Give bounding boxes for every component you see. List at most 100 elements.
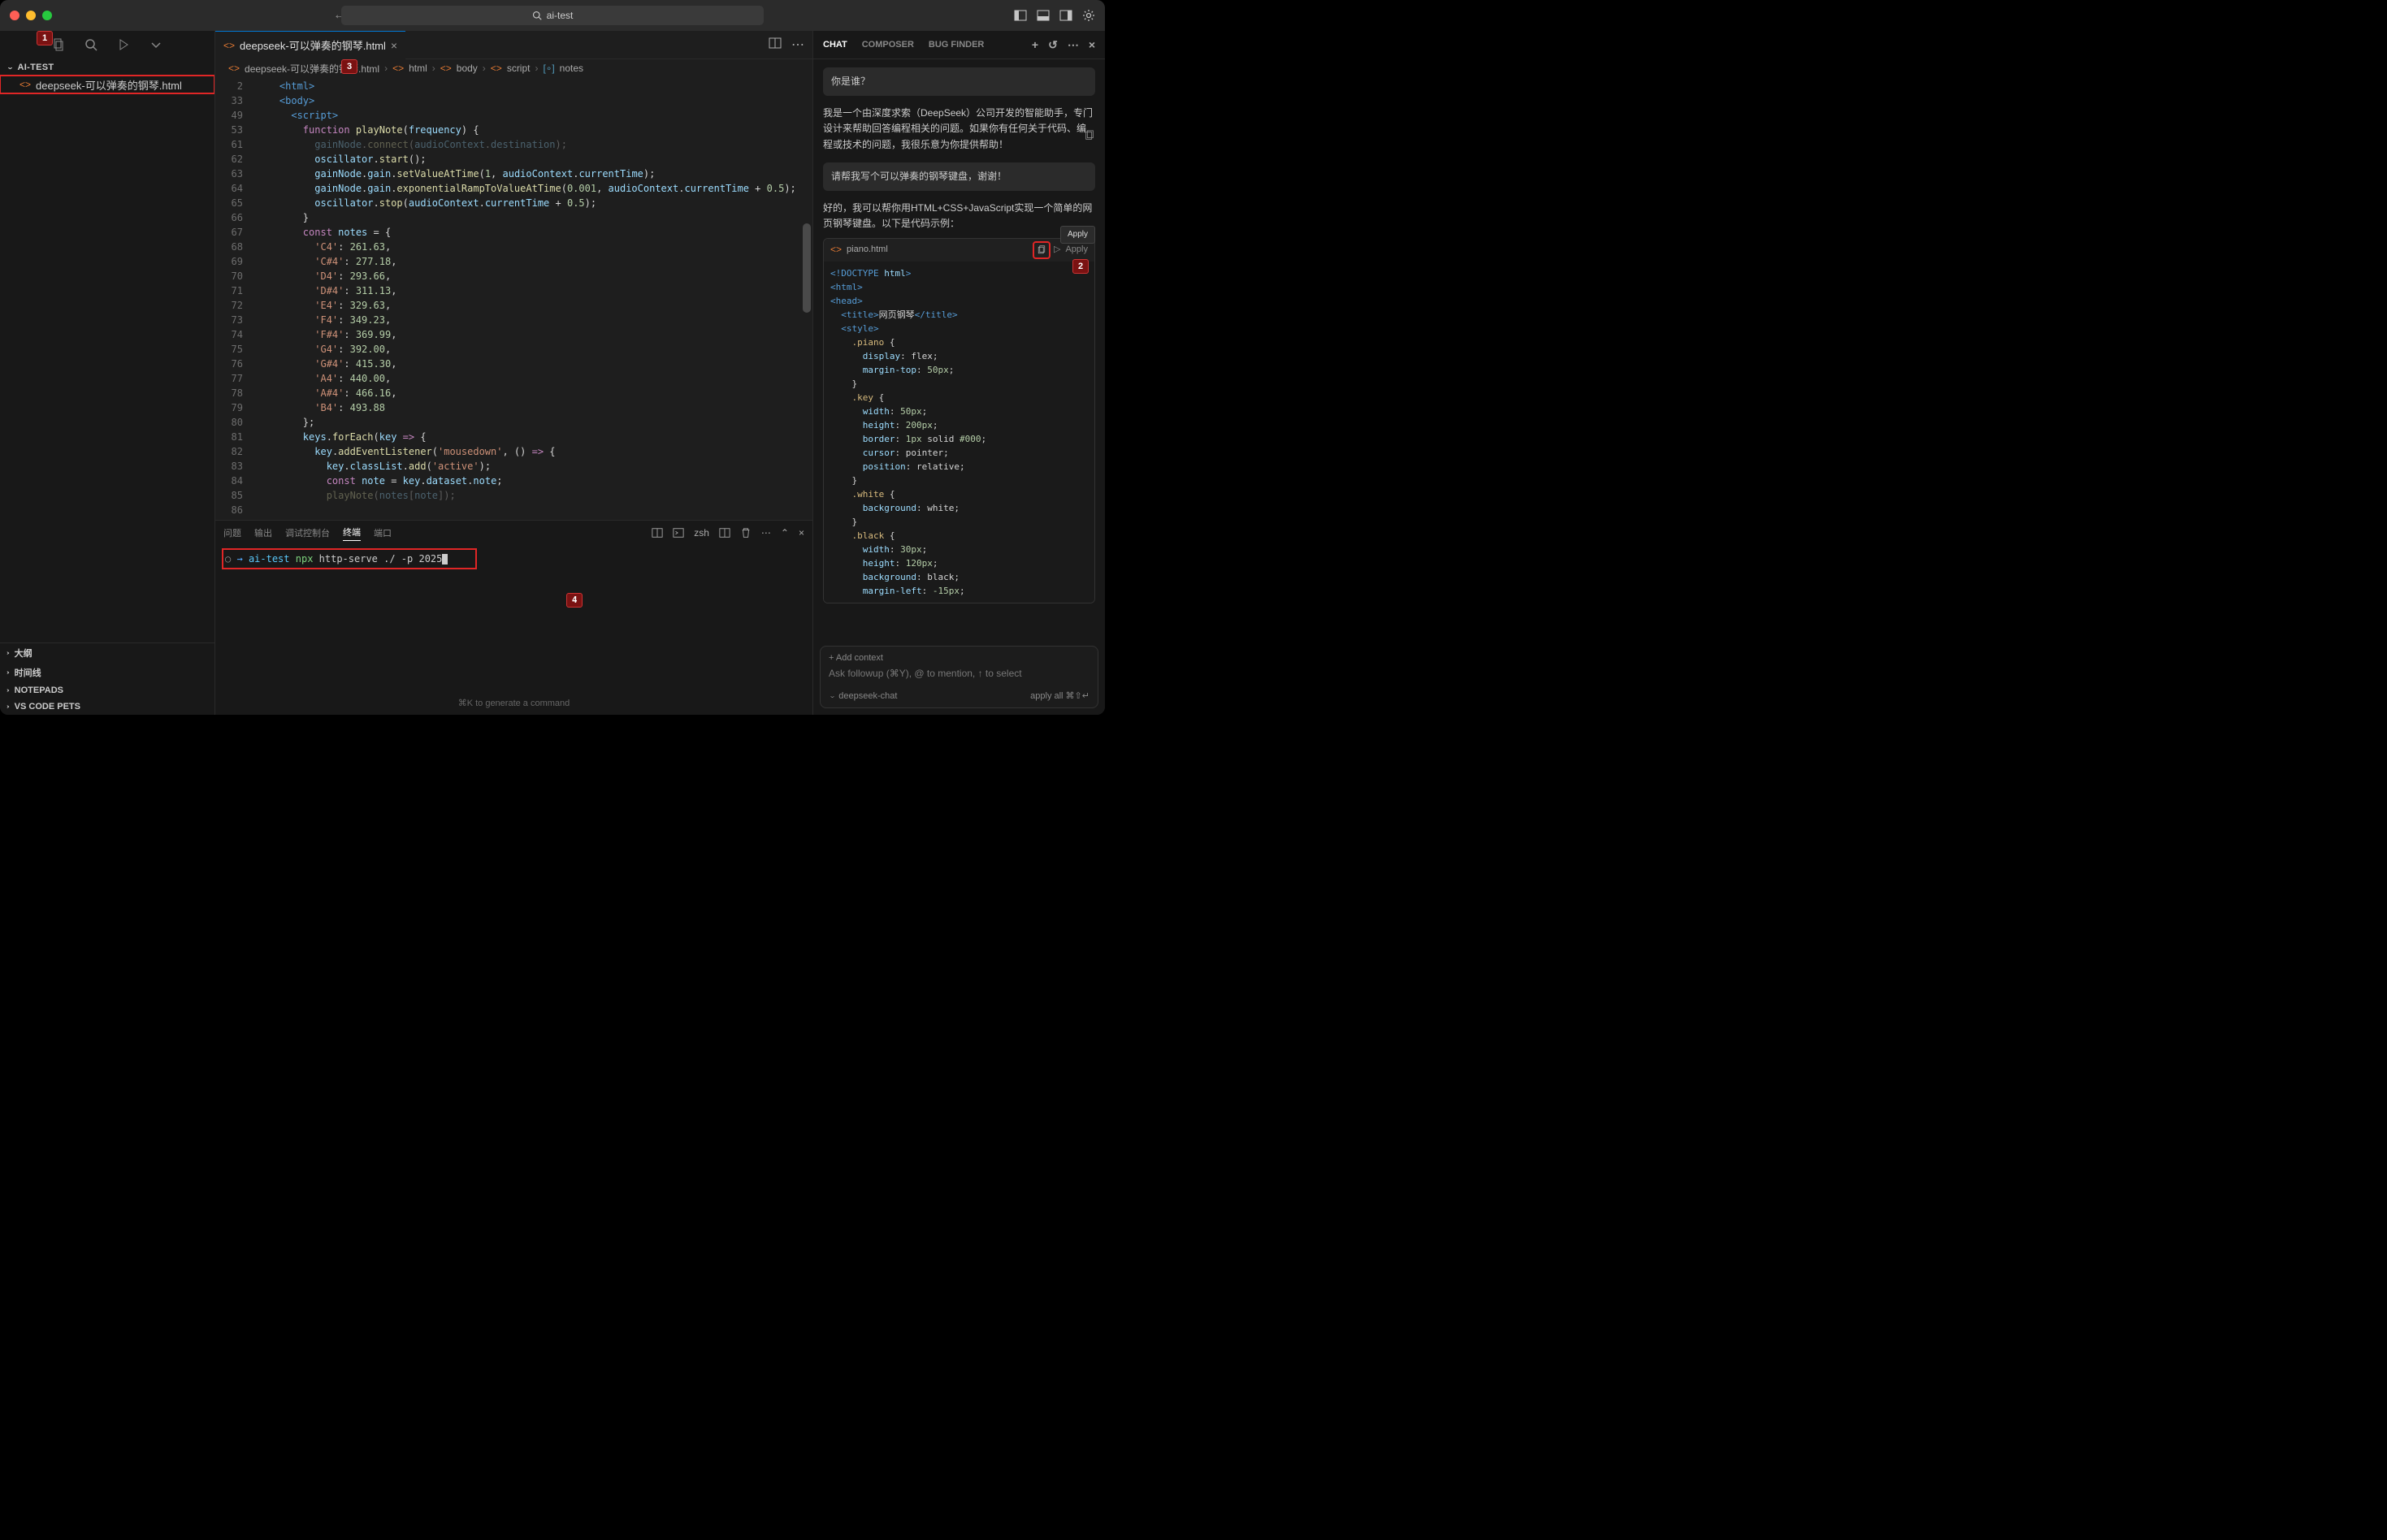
timeline-panel[interactable]: ›时间线: [0, 663, 214, 682]
tab-filename: deepseek-可以弹奏的钢琴.html: [240, 37, 386, 53]
add-context[interactable]: + Add context: [829, 653, 1090, 663]
code-block-header: <> piano.html ▷ Apply: [824, 239, 1094, 261]
close-icon[interactable]: ×: [799, 527, 804, 539]
notepads-panel[interactable]: ›NOTEPADS: [0, 682, 214, 699]
close-icon[interactable]: ×: [1089, 38, 1095, 52]
history-icon[interactable]: ↺: [1048, 38, 1058, 52]
vscode-pets-panel[interactable]: ›VS CODE PETS: [0, 699, 214, 715]
annotation-badge-3: 3: [341, 59, 357, 74]
explorer-header[interactable]: ⌄ AI-TEST: [0, 58, 214, 76]
split-icon[interactable]: [652, 527, 663, 539]
chat-body[interactable]: 你是谁？ 我是一个由深度求索（DeepSeek）公司开发的智能助手，专门设计来帮…: [813, 59, 1105, 639]
ai-panel: CHAT COMPOSER BUG FINDER + ↺ ⋯ × 你是谁？ 我是…: [812, 31, 1105, 715]
assistant-message: 我是一个由深度求索（DeepSeek）公司开发的智能助手，专门设计来帮助回答编程…: [823, 106, 1095, 153]
annotation-badge-2: 2: [1072, 259, 1089, 274]
explorer: ⌄ AI-TEST <> deepseek-可以弹奏的钢琴.html 1: [0, 58, 214, 642]
html-file-icon: <>: [228, 63, 240, 74]
bugfinder-tab[interactable]: BUG FINDER: [929, 40, 984, 50]
model-selector[interactable]: ⌄ deepseek-chat: [829, 690, 897, 701]
outline-panel[interactable]: ›大纲: [0, 643, 214, 663]
scrollbar-thumb[interactable]: [803, 223, 811, 313]
split-icon[interactable]: [769, 37, 782, 50]
run-icon[interactable]: [117, 38, 130, 51]
chat-input[interactable]: + Add context Ask followup (⌘Y), @ to me…: [820, 646, 1098, 708]
more-icon[interactable]: ⋯: [1068, 38, 1079, 52]
chevron-right-icon: ›: [6, 669, 10, 676]
terminal-line: ○ → ai-test npx http-serve ./ -p 2025: [223, 550, 475, 568]
files-icon[interactable]: [52, 38, 65, 51]
output-tab[interactable]: 输出: [254, 526, 272, 539]
command-center[interactable]: ai-test: [341, 6, 764, 25]
new-chat-icon[interactable]: +: [1032, 38, 1038, 52]
editor-tabs: <> deepseek-可以弹奏的钢琴.html × ⋯: [215, 31, 812, 59]
composer-tab[interactable]: COMPOSER: [862, 40, 914, 50]
layout-bottom-icon[interactable]: [1037, 9, 1050, 22]
terminal-panel: 问题 输出 调试控制台 终端 端口 zsh ⋯ ⌃ ×: [215, 520, 812, 715]
close-window[interactable]: [10, 11, 19, 20]
element-icon: <>: [440, 63, 452, 74]
line-gutter: 2334953616263646566676869707172737475767…: [215, 77, 256, 520]
project-name: AI-TEST: [18, 63, 54, 72]
user-message: 你是谁？: [823, 67, 1095, 96]
layout-left-icon[interactable]: [1014, 9, 1027, 22]
gear-icon[interactable]: [1082, 9, 1095, 22]
apply-label[interactable]: Apply: [1065, 243, 1088, 257]
editor-tab[interactable]: <> deepseek-可以弹奏的钢琴.html ×: [215, 31, 405, 59]
search-icon: [532, 11, 542, 20]
ai-tabs: CHAT COMPOSER BUG FINDER + ↺ ⋯ ×: [813, 31, 1105, 59]
annotation-badge-4: 4: [566, 593, 583, 608]
html-file-icon: <>: [223, 40, 235, 51]
code-block-body: <!DOCTYPE html> <html> <head> <title>网页钢…: [824, 262, 1094, 603]
chevron-right-icon: ›: [6, 703, 10, 710]
chevron-down-icon[interactable]: [149, 38, 162, 51]
apply-all-button[interactable]: apply all ⌘⇧↵: [1030, 690, 1090, 701]
chevron-right-icon: ›: [6, 687, 10, 694]
debug-console-tab[interactable]: 调试控制台: [285, 526, 330, 539]
sidebar-bottom-panels: ›大纲 ›时间线 ›NOTEPADS ›VS CODE PETS: [0, 642, 214, 715]
chevron-up-icon[interactable]: ⌃: [781, 527, 789, 539]
split-icon[interactable]: [719, 527, 730, 539]
main-layout: ⌄ AI-TEST <> deepseek-可以弹奏的钢琴.html 1 ›大纲…: [0, 31, 1105, 715]
terminal-actions: zsh ⋯ ⌃ ×: [652, 527, 804, 539]
chevron-down-icon: ⌄: [6, 63, 15, 71]
terminal-tab[interactable]: 终端: [343, 526, 361, 541]
layout-right-icon[interactable]: [1059, 9, 1072, 22]
editor-area: <> deepseek-可以弹奏的钢琴.html × ⋯ <> deepseek…: [215, 31, 812, 715]
maximize-window[interactable]: [42, 11, 52, 20]
titlebar-actions: [1014, 9, 1095, 22]
close-icon[interactable]: ×: [391, 39, 397, 52]
breadcrumb[interactable]: <> deepseek-可以弹奏的钢琴.html› <>html› <>body…: [215, 59, 812, 77]
window: ← → ai-test ⌄ AI-TEST: [0, 0, 1105, 715]
more-icon[interactable]: ⋯: [761, 527, 771, 539]
copy-icon[interactable]: [1084, 130, 1095, 146]
terminal-body[interactable]: ○ → ai-test npx http-serve ./ -p 2025 4: [215, 545, 812, 694]
scrollbar[interactable]: [801, 77, 812, 520]
copy-icon[interactable]: [1034, 243, 1049, 257]
chevron-right-icon: ›: [6, 650, 10, 656]
titlebar: ← → ai-test: [0, 0, 1105, 31]
html-file-icon: <>: [19, 79, 31, 90]
shell-name[interactable]: zsh: [694, 527, 709, 539]
terminal-tabs: 问题 输出 调试控制台 终端 端口 zsh ⋯ ⌃ ×: [215, 521, 812, 545]
search-icon[interactable]: [84, 38, 97, 51]
ports-tab[interactable]: 端口: [374, 526, 392, 539]
terminal-icon[interactable]: [673, 527, 684, 539]
file-tree-item[interactable]: <> deepseek-可以弹奏的钢琴.html: [0, 76, 214, 93]
terminal-command: npx http-serve ./ -p 2025: [296, 553, 443, 565]
variable-icon: [∘]: [543, 63, 554, 74]
code-editor[interactable]: 2334953616263646566676869707172737475767…: [215, 77, 812, 520]
more-icon[interactable]: ⋯: [791, 37, 804, 53]
trash-icon[interactable]: [740, 527, 752, 539]
html-file-icon: <>: [830, 242, 842, 257]
ai-header-actions: + ↺ ⋯ ×: [1032, 38, 1095, 52]
command-hint: ⌘K to generate a command: [215, 694, 812, 715]
apply-button[interactable]: Apply: [1060, 226, 1095, 244]
assistant-message: 好的，我可以帮你用HTML+CSS+JavaScript实现一个简单的网页钢琴键…: [823, 201, 1095, 603]
run-icon[interactable]: ▷: [1054, 243, 1060, 257]
problems-tab[interactable]: 问题: [223, 526, 241, 539]
minimize-window[interactable]: [26, 11, 36, 20]
chat-tab[interactable]: CHAT: [823, 40, 847, 50]
user-message: 请帮我写个可以弹奏的钢琴键盘，谢谢！: [823, 162, 1095, 191]
cursor: [442, 554, 448, 565]
editor-actions: ⋯: [769, 37, 812, 53]
